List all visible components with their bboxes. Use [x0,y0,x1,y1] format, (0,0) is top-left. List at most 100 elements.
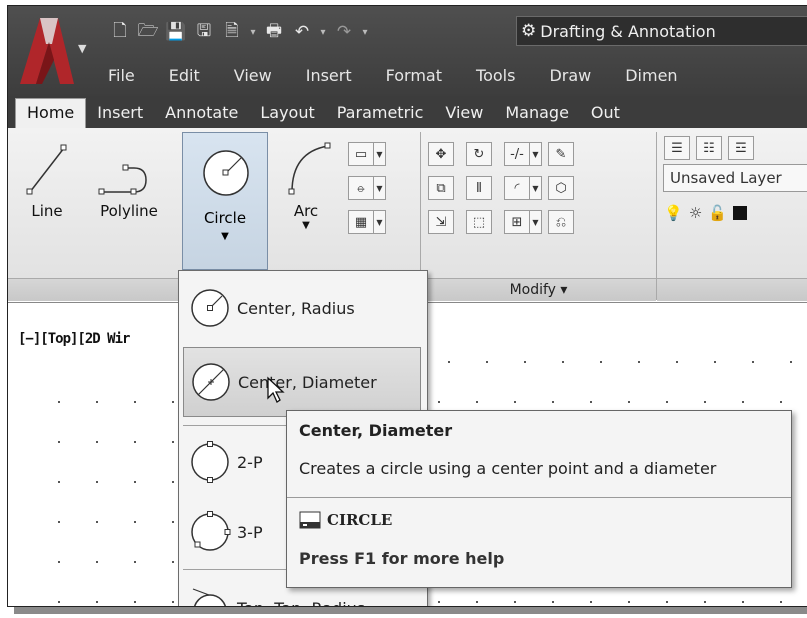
sun-icon[interactable]: ☼ [689,204,702,222]
modify-panel-footer[interactable]: Modify ▾ [421,278,656,301]
menu-insert[interactable]: Insert [306,66,352,85]
grid-dot [448,361,450,363]
grid-dot [96,561,98,563]
layer-properties-icon[interactable]: ☰ [664,136,690,160]
grid-dot [704,601,706,603]
menu-file[interactable]: File [108,66,135,85]
grid-dot [742,601,744,603]
tab-home[interactable]: Home [15,98,87,128]
chevron-down-icon: ▼ [302,220,310,231]
modify-panel-label: Modify ▾ [509,282,568,298]
quick-access-toolbar: 🗋 🗁 💾 🖫 🗎 ▾ 🖶 ↶ ▾ ↷ ▾ [108,18,370,46]
grid-dot [96,601,98,603]
explode-icon[interactable]: ⬡ [548,176,574,200]
grid-dot [96,401,98,403]
open-folder-icon[interactable]: 🗁 [136,20,160,44]
layer-match-icon[interactable]: ☲ [728,136,754,160]
color-swatch-icon[interactable] [732,206,747,220]
trim-icon[interactable]: -/- [504,142,530,166]
erase-icon[interactable]: ✎ [548,142,574,166]
undo-icon[interactable]: ↶ [290,20,314,44]
lightbulb-icon[interactable]: 💡 [664,204,683,222]
tab-annotate[interactable]: Annotate [154,103,249,128]
line-button[interactable]: Line [22,132,72,220]
grid-dot [96,521,98,523]
tab-view[interactable]: View [434,103,494,128]
tab-layout[interactable]: Layout [249,103,325,128]
save-as-icon[interactable]: 🖫 [192,20,216,44]
chevron-down-icon[interactable]: ▾ [318,27,328,38]
mouse-cursor-icon [267,376,285,403]
chevron-down-icon[interactable]: ▾ [248,27,258,38]
chevron-down-icon[interactable]: ▼ [374,142,386,166]
save-icon[interactable]: 💾 [164,20,188,44]
rotate-icon[interactable]: ↻ [466,142,492,166]
polyline-button[interactable]: Polyline [84,132,174,220]
menu-item-center-diameter[interactable]: Center, Diameter [183,347,421,417]
menu-edit[interactable]: Edit [169,66,200,85]
autocad-logo-icon [20,18,74,84]
chevron-down-icon: ▼ [221,231,229,242]
menu-tools[interactable]: Tools [476,66,515,85]
grid-dot [134,441,136,443]
menu-item-center-radius[interactable]: Center, Radius [183,273,421,343]
grid-dot [666,401,668,403]
grid-dot [476,401,478,403]
grid-dot [790,361,792,363]
stretch-icon[interactable]: ⇲ [428,210,454,234]
command-line-icon [299,511,321,529]
menu-dimension[interactable]: Dimen [625,66,677,85]
autocad-window: ▼ 🗋 🗁 💾 🖫 🗎 ▾ 🖶 ↶ ▾ ↷ ▾ ⚙ Drafting & Ann… [7,5,807,607]
chevron-down-icon[interactable]: ▾ [360,27,370,38]
offset-icon[interactable]: ⎌ [548,210,574,234]
tab-output[interactable]: Out [580,103,631,128]
grid-dot [476,601,478,603]
publish-icon[interactable]: 🗎 [220,20,244,44]
workspace-switcher[interactable]: ⚙ Drafting & Annotation [516,16,807,46]
arc-button[interactable]: Arc ▼ [278,132,334,231]
chevron-down-icon[interactable]: ▼ [530,176,542,200]
tab-insert[interactable]: Insert [86,103,154,128]
chevron-down-icon[interactable]: ▼ [374,210,386,234]
grid-dot [552,601,554,603]
grid-dot [96,481,98,483]
menu-item-label: 2-P [237,452,263,472]
circle-2-point-icon [191,441,229,483]
application-menu-button[interactable]: ▼ [12,12,100,92]
tab-manage[interactable]: Manage [494,103,580,128]
new-file-icon[interactable]: 🗋 [108,20,132,44]
grid-dot [514,401,516,403]
unlock-icon[interactable]: 🔓 [708,204,727,222]
menu-draw[interactable]: Draw [549,66,591,85]
polyline-icon [98,164,147,195]
menu-format[interactable]: Format [386,66,442,85]
redo-icon[interactable]: ↷ [332,20,356,44]
rectangle-icon[interactable]: ▭ [348,142,374,166]
print-icon[interactable]: 🖶 [262,20,286,44]
panel-divider [656,132,657,300]
gradient-icon[interactable]: ▦ [348,210,374,234]
move-icon[interactable]: ✥ [428,142,454,166]
grid-dot [780,401,782,403]
array-icon[interactable]: ⊞ [504,210,530,234]
tab-parametric[interactable]: Parametric [326,103,435,128]
layers-panel-footer[interactable] [657,278,807,301]
viewport-controls[interactable]: [−][Top][2D Wir [18,331,130,347]
grid-dot [58,481,60,483]
menu-view[interactable]: View [234,66,272,85]
copy-icon[interactable]: ⧉ [428,176,454,200]
grid-dot [134,521,136,523]
layer-selector[interactable]: Unsaved Layer [663,164,807,192]
circle-button[interactable]: Circle ▼ [182,132,268,270]
scale-icon[interactable]: ⬚ [466,210,492,234]
hatch-icon[interactable]: ⦵ [348,176,374,200]
chevron-down-icon[interactable]: ▼ [530,142,542,166]
chevron-down-icon[interactable]: ▼ [374,176,386,200]
fillet-icon[interactable]: ◜ [504,176,530,200]
mirror-icon[interactable]: ⫴ [466,176,492,200]
grid-dot [58,401,60,403]
layer-state-icon[interactable]: ☷ [696,136,722,160]
grid-dot [438,401,440,403]
grid-dot [514,601,516,603]
chevron-down-icon[interactable]: ▼ [530,210,542,234]
